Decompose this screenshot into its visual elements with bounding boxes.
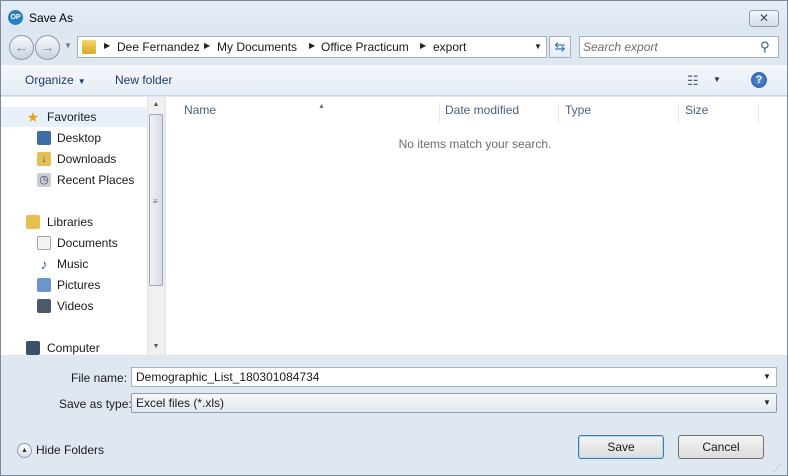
chevron-up-icon: ▲ (17, 443, 32, 459)
save-as-dialog: OP Save As ✕ ← → ▼ ▶ Dee Fernandez ▶ My … (0, 0, 788, 476)
scroll-up-icon[interactable]: ▲ (148, 97, 164, 113)
column-header-size[interactable]: Size (679, 103, 759, 123)
chevron-down-icon: ▼ (77, 77, 86, 86)
recent-locations-dropdown-icon[interactable]: ▼ (64, 41, 72, 50)
scrollbar-thumb[interactable]: ≡ (149, 114, 163, 286)
breadcrumb-item[interactable]: My Documents (217, 40, 297, 54)
sidebar-item-downloads[interactable]: ↓ Downloads (1, 149, 147, 169)
breadcrumb-item[interactable]: Dee Fernandez (117, 40, 200, 54)
file-name-dropdown-icon[interactable]: ▼ (763, 372, 771, 381)
forward-button[interactable]: → (35, 35, 60, 60)
search-input[interactable] (583, 39, 753, 55)
toolbar: Organize ▼ New folder ☷ ▼ ? (1, 65, 787, 96)
file-name-label: File name: (71, 371, 128, 385)
organize-menu[interactable]: Organize ▼ (25, 73, 86, 87)
sidebar-item-label: Recent Places (57, 173, 135, 187)
back-button[interactable]: ← (9, 35, 34, 60)
scroll-down-icon[interactable]: ▼ (148, 339, 164, 355)
column-header-type[interactable]: Type (559, 103, 679, 123)
search-icon[interactable]: ⚲ (760, 39, 770, 55)
address-dropdown-icon[interactable]: ▼ (530, 37, 546, 57)
sidebar-item-label: Downloads (57, 152, 117, 166)
breadcrumb-separator-icon[interactable]: ▶ (104, 41, 110, 50)
empty-message: No items match your search. (398, 137, 552, 151)
sidebar-item-label: Favorites (47, 110, 97, 124)
breadcrumb-item[interactable]: Office Practicum (321, 40, 409, 54)
downloads-icon: ↓ (37, 152, 51, 166)
desktop-icon (37, 131, 51, 145)
star-icon: ★ (26, 109, 40, 125)
computer-icon (26, 341, 40, 355)
sidebar-item-libraries[interactable]: Libraries (1, 212, 147, 232)
sort-ascending-icon: ▲ (318, 103, 325, 110)
navigation-pane: ★ Favorites Desktop ↓ Downloads ◷ Recent… (1, 97, 147, 355)
breadcrumb-separator-icon[interactable]: ▶ (420, 41, 426, 50)
sidebar-item-label: Desktop (57, 131, 102, 145)
cancel-button[interactable]: Cancel (678, 435, 764, 459)
sidebar-item-computer[interactable]: Computer (1, 338, 147, 355)
sidebar-item-favorites[interactable]: ★ Favorites (1, 107, 147, 127)
breadcrumb-separator-icon[interactable]: ▶ (309, 41, 315, 50)
sidebar-item-label: Libraries (47, 215, 94, 229)
sidebar-item-label: Documents (57, 236, 118, 250)
recent-places-icon: ◷ (37, 173, 51, 187)
sidebar-item-music[interactable]: ♪ Music (1, 254, 147, 274)
sidebar-item-videos[interactable]: Videos (1, 296, 147, 316)
organize-label: Organize (25, 73, 74, 87)
hide-folders-label: Hide Folders (36, 443, 105, 457)
column-label: Name (184, 103, 217, 117)
save-as-type-label: Save as type: (59, 397, 132, 411)
new-folder-button[interactable]: New folder (115, 73, 172, 87)
app-icon: OP (8, 10, 23, 25)
refresh-button[interactable]: ⇆ (549, 36, 571, 58)
window-title: Save As (29, 11, 74, 25)
sidebar-item-label: Music (57, 257, 89, 271)
music-icon: ♪ (40, 256, 48, 272)
title-bar: OP Save As ✕ (1, 1, 787, 33)
hide-folders-button[interactable]: ▲ Hide Folders (17, 443, 105, 459)
breadcrumb-separator-icon[interactable]: ▶ (204, 41, 210, 50)
save-as-type-dropdown-icon[interactable]: ▼ (763, 398, 771, 407)
close-button[interactable]: ✕ (749, 10, 779, 27)
grip-icon: ≡ (153, 197, 158, 206)
resize-grip-icon[interactable]: ⋰ (773, 463, 782, 474)
search-box[interactable]: ⚲ (579, 36, 779, 58)
column-header-date-modified[interactable]: Date modified (439, 103, 559, 123)
breadcrumb-item[interactable]: export (433, 40, 466, 54)
folder-icon (82, 40, 96, 54)
column-header-name[interactable]: Name ▲ (178, 103, 440, 123)
sidebar-item-desktop[interactable]: Desktop (1, 128, 147, 148)
sidebar-item-label: Computer (47, 341, 100, 355)
save-as-type-select[interactable]: Excel files (*.xls) (131, 393, 777, 413)
save-button[interactable]: Save (578, 435, 664, 459)
sidebar-item-label: Videos (57, 299, 94, 313)
view-dropdown-icon[interactable]: ▼ (713, 75, 721, 84)
pictures-icon (37, 278, 51, 292)
save-form: File name: ▼ Save as type: Excel files (… (1, 355, 787, 475)
documents-icon (37, 236, 51, 250)
sidebar-item-label: Pictures (57, 278, 101, 292)
sidebar-scrollbar[interactable]: ▲ ≡ ▼ (147, 97, 164, 355)
view-options-icon[interactable]: ☷ (687, 73, 699, 89)
sidebar-item-recent-places[interactable]: ◷ Recent Places (1, 170, 147, 190)
videos-icon (37, 299, 51, 313)
sidebar-item-documents[interactable]: Documents (1, 233, 147, 253)
sidebar-item-pictures[interactable]: Pictures (1, 275, 147, 295)
help-icon[interactable]: ? (751, 72, 767, 88)
libraries-icon (26, 215, 40, 229)
address-bar[interactable]: ▶ Dee Fernandez ▶ My Documents ▶ Office … (77, 36, 547, 58)
file-name-input[interactable] (131, 367, 777, 387)
file-list[interactable]: Name ▲ Date modified Type Size No items … (165, 97, 787, 355)
